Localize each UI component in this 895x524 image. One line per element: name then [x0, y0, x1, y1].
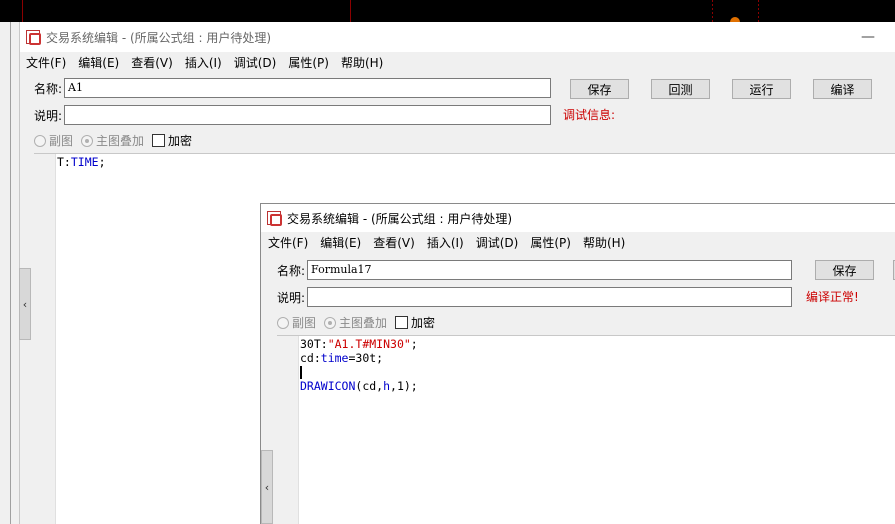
chart-background-strip [0, 0, 895, 23]
code-token: ; [98, 155, 106, 169]
code-token: cd: [300, 351, 321, 365]
compile-status-text: 编译正常! [806, 290, 859, 304]
sub-chart-option: 副图 [277, 314, 316, 331]
menu-help[interactable]: 帮助(H) [335, 54, 389, 71]
code-keyword: TIME [70, 155, 99, 169]
description-label: 说明: [277, 290, 306, 305]
code-keyword: h [383, 379, 391, 393]
menu-file[interactable]: 文件(F) [262, 234, 314, 251]
save-button[interactable]: 保存 [815, 260, 874, 280]
minimize-button[interactable]: — [861, 29, 875, 45]
checkbox-icon[interactable] [152, 134, 166, 147]
editor-gutter [277, 336, 299, 524]
code-keyword: time [320, 351, 349, 365]
formula-editor-window-front: 交易系统编辑 - (所属公式组 : 用户待处理) 文件(F) 编辑(E) 查看(… [260, 203, 895, 524]
backtest-button[interactable]: 回测 [651, 79, 710, 99]
encrypt-label: 加密 [168, 134, 193, 148]
menu-view[interactable]: 查看(V) [125, 54, 179, 71]
main-overlay-option: 主图叠加 [324, 314, 387, 331]
menu-insert[interactable]: 插入(I) [179, 54, 228, 71]
code-token: ; [410, 337, 418, 351]
menu-debug[interactable]: 调试(D) [470, 234, 525, 251]
radio-checked-icon [324, 316, 337, 329]
radio-icon [34, 134, 46, 147]
compile-button[interactable]: 编译 [813, 79, 872, 99]
code-text[interactable]: 30T:"A1.T#MIN30"; cd:time=30t; DRAWICON(… [300, 337, 418, 393]
encrypt-label: 加密 [411, 316, 436, 330]
panel-divider [10, 22, 11, 524]
checkbox-icon[interactable] [395, 316, 409, 329]
code-keyword: DRAWICON [300, 379, 356, 393]
sub-chart-label: 副图 [292, 316, 317, 330]
menu-debug[interactable]: 调试(D) [228, 54, 283, 71]
name-input[interactable]: Formula17 [307, 260, 793, 280]
chart-gridline [22, 0, 23, 22]
chart-gridline [712, 0, 713, 22]
window-titlebar: 交易系统编辑 - (所属公式组 : 用户待处理) [261, 204, 895, 232]
window-titlebar: 交易系统编辑 - (所属公式组 : 用户待处理) — [20, 22, 895, 52]
collapse-panel-button[interactable]: ‹ [261, 450, 273, 524]
main-overlay-label: 主图叠加 [339, 316, 388, 330]
menu-file[interactable]: 文件(F) [20, 54, 72, 71]
editor-gutter [34, 154, 56, 524]
menu-edit[interactable]: 编辑(E) [72, 54, 125, 71]
description-input[interactable] [64, 105, 552, 125]
code-string: "A1.T#MIN30" [327, 337, 411, 351]
name-label: 名称: [277, 263, 306, 278]
name-label: 名称: [34, 81, 63, 96]
description-input[interactable] [307, 287, 793, 307]
window-title: 交易系统编辑 - (所属公式组 : 用户待处理) [287, 211, 512, 226]
sub-chart-option: 副图 [34, 132, 73, 149]
menu-insert[interactable]: 插入(I) [421, 234, 470, 251]
menu-edit[interactable]: 编辑(E) [314, 234, 367, 251]
code-text[interactable]: T:TIME; [57, 155, 106, 169]
name-input[interactable]: A1 [64, 78, 552, 98]
menu-help[interactable]: 帮助(H) [577, 234, 631, 251]
code-token: ,1); [390, 379, 418, 393]
main-overlay-option: 主图叠加 [81, 132, 144, 149]
chart-gridline [350, 0, 351, 22]
debug-info-label: 调试信息: [563, 108, 616, 122]
menu-bar: 文件(F) 编辑(E) 查看(V) 插入(I) 调试(D) 属性(P) 帮助(H… [20, 52, 895, 72]
main-overlay-label: 主图叠加 [96, 134, 145, 148]
app-icon [267, 211, 282, 226]
menu-bar: 文件(F) 编辑(E) 查看(V) 插入(I) 调试(D) 属性(P) 帮助(H… [261, 232, 895, 252]
code-token: (cd, [355, 379, 384, 393]
radio-icon [277, 316, 289, 329]
sub-chart-label: 副图 [49, 134, 74, 148]
code-editor[interactable]: 30T:"A1.T#MIN30"; cd:time=30t; DRAWICON(… [277, 335, 895, 524]
menu-properties[interactable]: 属性(P) [524, 234, 577, 251]
chart-gridline [758, 0, 759, 22]
code-token: T: [57, 155, 71, 169]
menu-view[interactable]: 查看(V) [367, 234, 421, 251]
collapse-panel-button[interactable]: ‹ [19, 268, 31, 340]
code-token: =30t; [348, 351, 384, 365]
radio-checked-icon [81, 134, 94, 147]
code-token: 30T: [300, 337, 328, 351]
description-label: 说明: [34, 108, 63, 123]
text-caret [300, 366, 302, 379]
menu-properties[interactable]: 属性(P) [282, 54, 335, 71]
app-icon [26, 30, 41, 45]
encrypt-checkbox[interactable]: 加密 [152, 132, 192, 149]
left-side-panel [0, 22, 20, 524]
encrypt-checkbox[interactable]: 加密 [395, 314, 435, 331]
run-button[interactable]: 运行 [732, 79, 791, 99]
save-button[interactable]: 保存 [570, 79, 629, 99]
window-title: 交易系统编辑 - (所属公式组 : 用户待处理) [46, 30, 271, 45]
